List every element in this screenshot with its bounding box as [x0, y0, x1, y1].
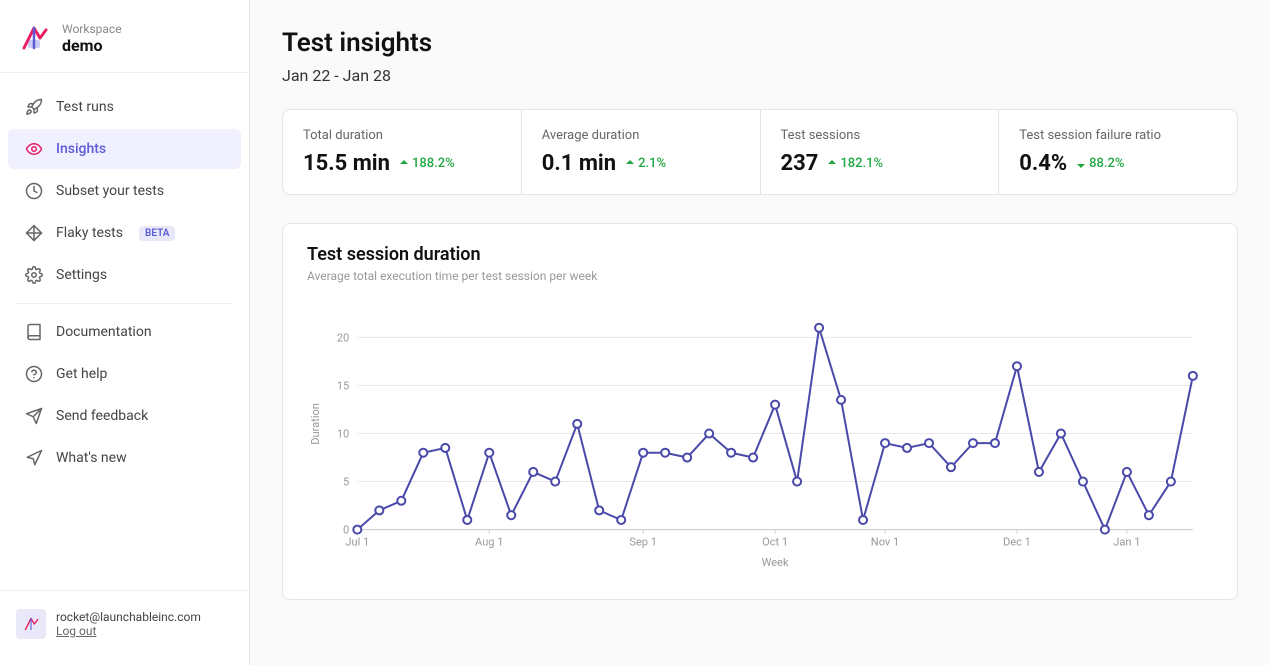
sidebar-item-get-help[interactable]: Get help: [8, 354, 241, 394]
metric-test-sessions-label: Test sessions: [781, 128, 979, 143]
main-content: Test insights Jan 22 - Jan 28 Total dura…: [250, 0, 1270, 665]
sidebar-item-send-feedback[interactable]: Send feedback: [8, 396, 241, 436]
user-info: rocket@launchableinc.com Log out: [56, 610, 201, 638]
metric-failure-ratio-value-row: 0.4% 88.2%: [1019, 151, 1217, 176]
metrics-row: Total duration 15.5 min 188.2% Average d…: [282, 109, 1238, 195]
chart-container: 0 5 10 15 20 Duration Jul 1 Aug 1 Sep 1 Oct 1 Nov …: [307, 299, 1213, 579]
metric-card-total-duration: Total duration 15.5 min 188.2%: [283, 110, 522, 194]
sidebar-item-documentation-label: Documentation: [56, 324, 152, 340]
app-logo[interactable]: [16, 20, 52, 56]
svg-text:Aug 1: Aug 1: [475, 536, 503, 549]
metric-total-duration-change: 188.2%: [398, 156, 455, 171]
user-email: rocket@launchableinc.com: [56, 610, 201, 624]
user-avatar: [16, 609, 46, 639]
megaphone-icon: [24, 448, 44, 468]
sidebar-header: Workspace demo: [0, 0, 249, 73]
rocket-icon: [24, 97, 44, 117]
metric-card-average-duration: Average duration 0.1 min 2.1%: [522, 110, 761, 194]
sidebar-item-subset-tests[interactable]: Subset your tests: [8, 171, 241, 211]
date-range: Jan 22 - Jan 28: [282, 66, 1238, 85]
svg-text:Jan 1: Jan 1: [1113, 536, 1140, 549]
sidebar-item-send-feedback-label: Send feedback: [56, 408, 148, 424]
metric-card-failure-ratio: Test session failure ratio 0.4% 88.2%: [999, 110, 1237, 194]
sidebar-item-whats-new-label: What's new: [56, 450, 127, 466]
chart-subtitle: Average total execution time per test se…: [307, 269, 1213, 283]
metric-test-sessions-value: 237: [781, 151, 819, 176]
metric-failure-ratio-label: Test session failure ratio: [1019, 128, 1217, 143]
sidebar-nav: Test runs Insights Subset your tests: [0, 81, 249, 590]
sidebar-item-flaky-tests[interactable]: Flaky tests BETA: [8, 213, 241, 253]
sidebar-item-get-help-label: Get help: [56, 366, 107, 382]
sidebar-item-test-runs[interactable]: Test runs: [8, 87, 241, 127]
metric-average-duration-value-row: 0.1 min 2.1%: [542, 151, 740, 176]
eye-icon: [24, 139, 44, 159]
circle-question-icon: [24, 364, 44, 384]
line-chart: 0 5 10 15 20 Duration Jul 1 Aug 1 Sep 1 Oct 1 Nov …: [307, 299, 1213, 579]
chart-title: Test session duration: [307, 244, 1213, 265]
svg-text:Duration: Duration: [309, 403, 322, 445]
svg-text:10: 10: [337, 428, 349, 441]
svg-text:15: 15: [337, 379, 349, 392]
svg-text:Nov 1: Nov 1: [871, 536, 899, 549]
paper-plane-icon: [24, 406, 44, 426]
workspace-info: Workspace demo: [62, 22, 122, 55]
sidebar-item-insights[interactable]: Insights: [8, 129, 241, 169]
snowflake-icon: [24, 223, 44, 243]
svg-text:Sep 1: Sep 1: [629, 536, 657, 549]
svg-text:Jul 1: Jul 1: [345, 536, 369, 549]
chart-section: Test session duration Average total exec…: [282, 223, 1238, 600]
svg-text:Dec 1: Dec 1: [1003, 536, 1031, 549]
metric-failure-ratio-change: 88.2%: [1075, 156, 1124, 171]
sidebar-divider: [16, 303, 233, 304]
sidebar-item-subset-tests-label: Subset your tests: [56, 183, 164, 199]
sidebar-item-documentation[interactable]: Documentation: [8, 312, 241, 352]
clock-icon: [24, 181, 44, 201]
metric-average-duration-change: 2.1%: [624, 156, 666, 171]
gear-icon: [24, 265, 44, 285]
sidebar-item-settings[interactable]: Settings: [8, 255, 241, 295]
sidebar-item-flaky-tests-label: Flaky tests: [56, 225, 123, 241]
sidebar-user: rocket@launchableinc.com Log out: [0, 599, 249, 649]
metric-test-sessions-change: 182.1%: [826, 156, 883, 171]
svg-text:Week: Week: [762, 556, 789, 569]
svg-text:0: 0: [343, 524, 349, 537]
page-title: Test insights: [282, 28, 1238, 58]
metric-card-test-sessions: Test sessions 237 182.1%: [761, 110, 1000, 194]
svg-text:Oct 1: Oct 1: [762, 536, 788, 549]
sidebar-item-settings-label: Settings: [56, 267, 107, 283]
svg-text:20: 20: [337, 331, 349, 344]
sidebar-bottom: rocket@launchableinc.com Log out: [0, 590, 249, 649]
metric-total-duration-value: 15.5 min: [303, 151, 390, 176]
sidebar-item-whats-new[interactable]: What's new: [8, 438, 241, 478]
metric-average-duration-label: Average duration: [542, 128, 740, 143]
sidebar: Workspace demo Test runs: [0, 0, 250, 665]
metric-total-duration-label: Total duration: [303, 128, 501, 143]
workspace-name: demo: [62, 36, 122, 55]
workspace-label: Workspace: [62, 22, 122, 36]
metric-test-sessions-value-row: 237 182.1%: [781, 151, 979, 176]
metric-failure-ratio-value: 0.4%: [1019, 151, 1067, 176]
sidebar-item-test-runs-label: Test runs: [56, 99, 114, 115]
flaky-tests-beta-badge: BETA: [139, 226, 175, 241]
metric-total-duration-value-row: 15.5 min 188.2%: [303, 151, 501, 176]
metric-average-duration-value: 0.1 min: [542, 151, 616, 176]
sidebar-item-insights-label: Insights: [56, 141, 106, 157]
logout-link[interactable]: Log out: [56, 624, 201, 638]
book-icon: [24, 322, 44, 342]
svg-text:5: 5: [343, 476, 349, 489]
